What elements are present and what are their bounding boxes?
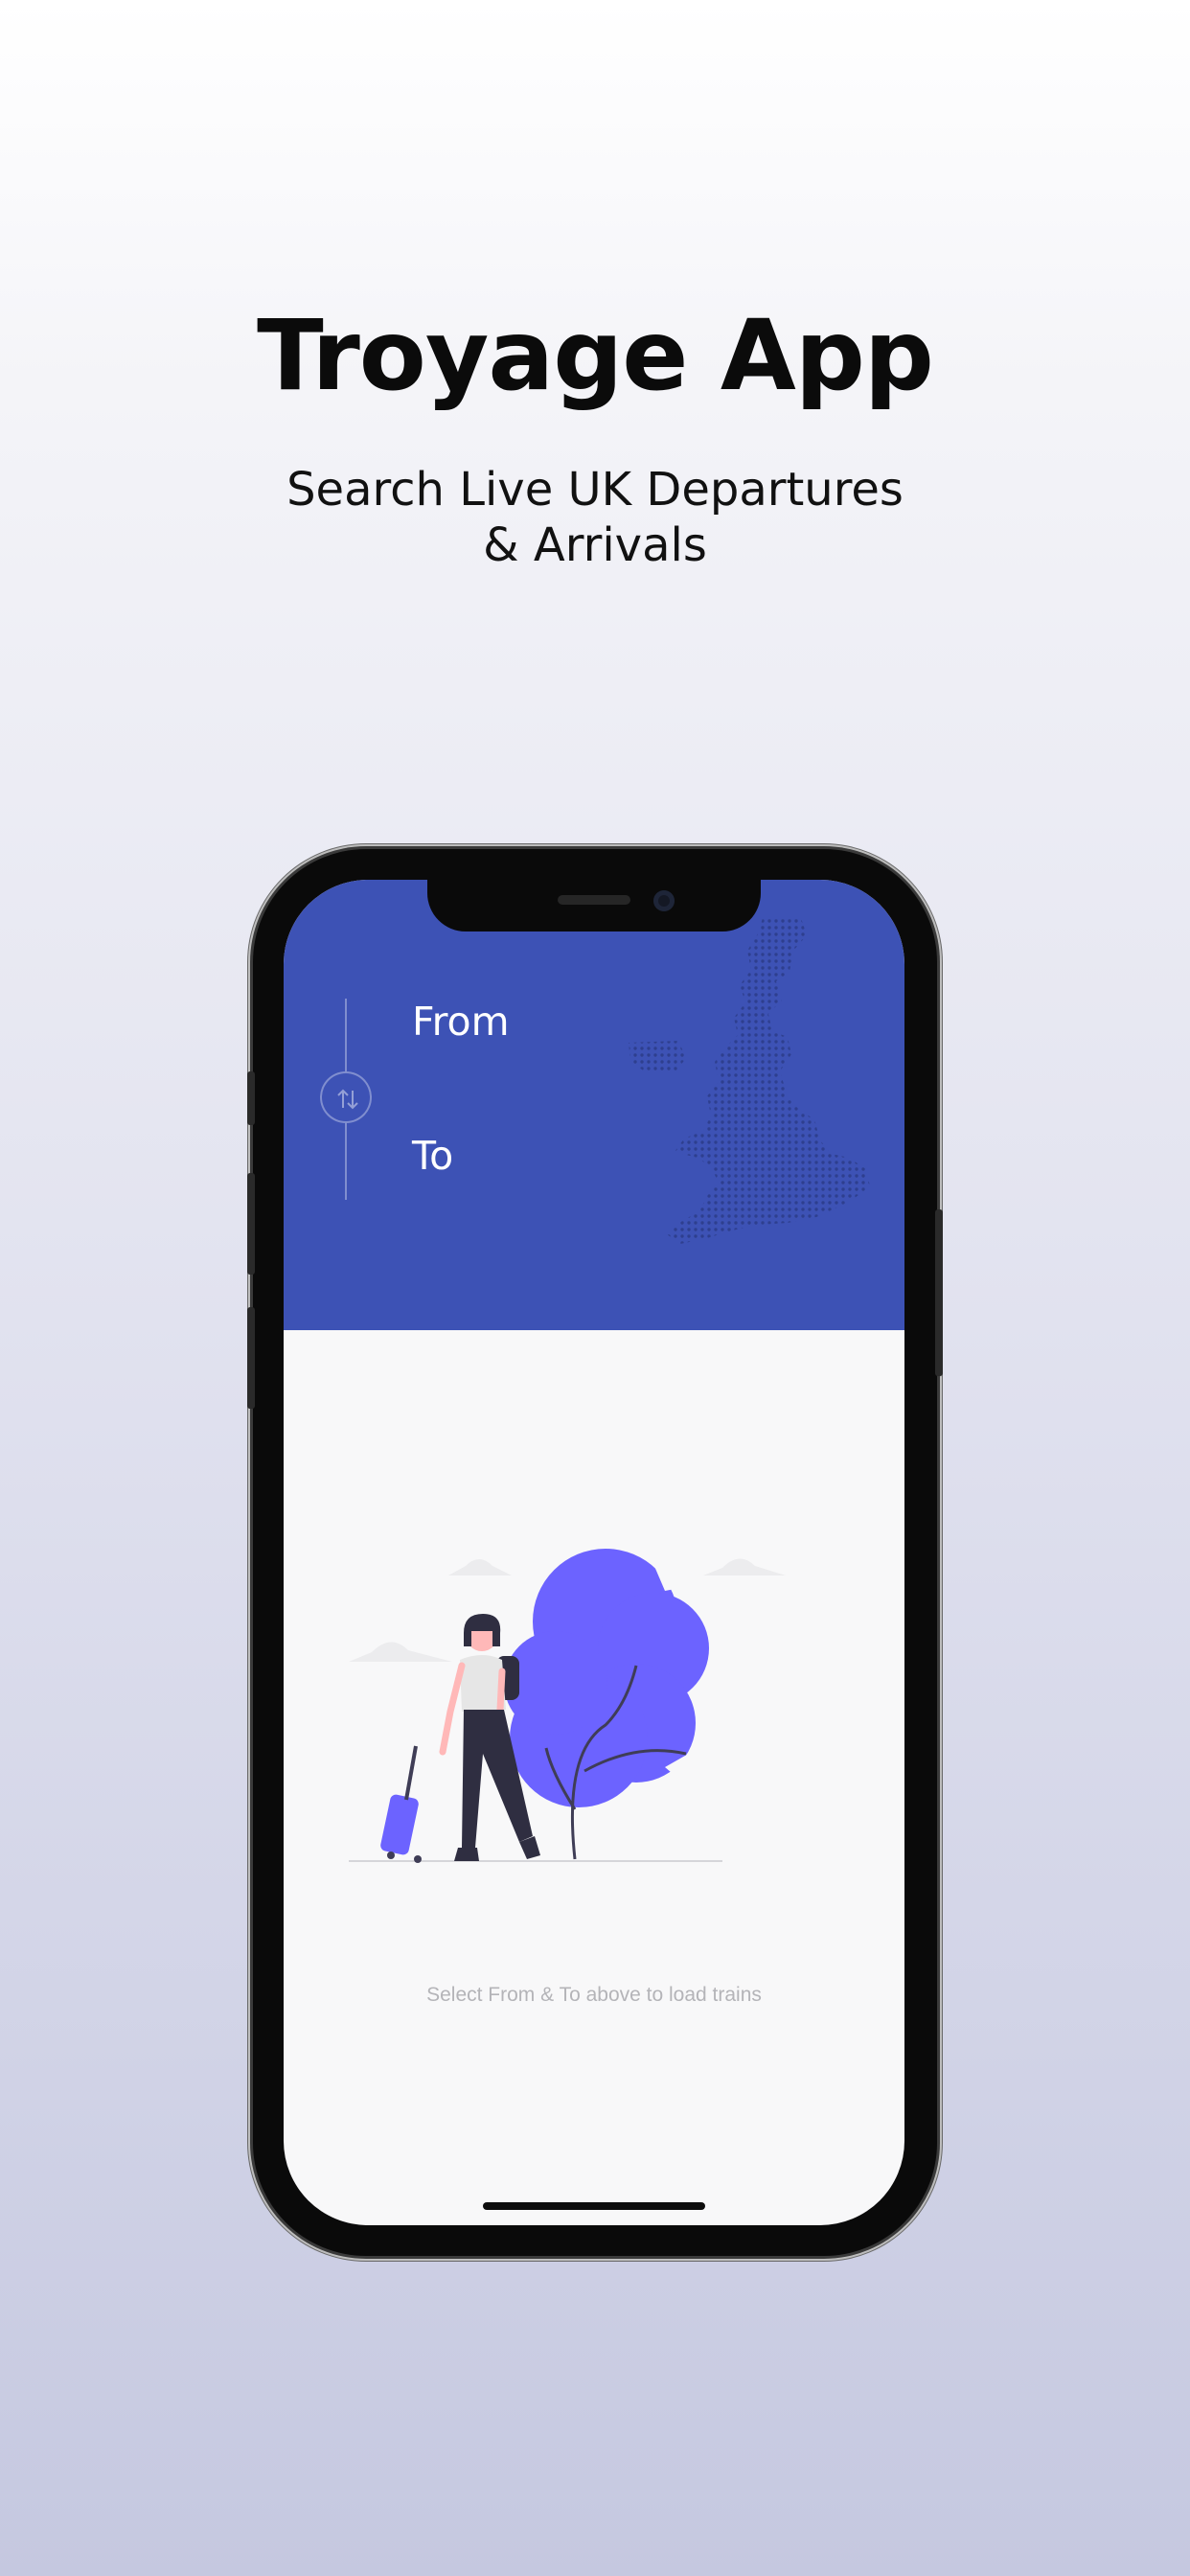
promo-title: Troyage App (257, 299, 934, 413)
tree-icon (504, 1549, 709, 1860)
swap-vertical-arrows-icon (337, 1089, 358, 1110)
mute-switch (247, 1071, 255, 1125)
cloud-icon (703, 1558, 786, 1576)
uk-dot-map-icon (629, 918, 870, 1244)
promo-subtitle: Search Live UK Departures & Arrivals (0, 462, 1190, 573)
front-camera-icon (653, 890, 675, 911)
promo-subtitle-line-1: Search Live UK Departures (286, 463, 904, 517)
home-indicator[interactable] (483, 2202, 705, 2210)
promo-subtitle-line-2: & Arrivals (483, 518, 707, 572)
empty-state-message: Select From & To above to load trains (426, 1984, 762, 2006)
volume-down-button (247, 1307, 255, 1409)
from-station-field[interactable]: From (412, 999, 510, 1045)
app-screen: From To Select From & To above to load t… (284, 880, 904, 2225)
cloud-icon (349, 1642, 452, 1662)
phone-notch (427, 880, 761, 932)
earpiece-speaker (558, 895, 630, 905)
traveler-illustration (349, 1549, 786, 1863)
swap-stations-button[interactable] (320, 1071, 372, 1123)
volume-up-button (247, 1173, 255, 1275)
cloud-icon (448, 1559, 512, 1576)
power-button (935, 1209, 943, 1376)
to-station-field[interactable]: To (412, 1133, 453, 1179)
journey-search-header: From To (284, 880, 904, 1330)
